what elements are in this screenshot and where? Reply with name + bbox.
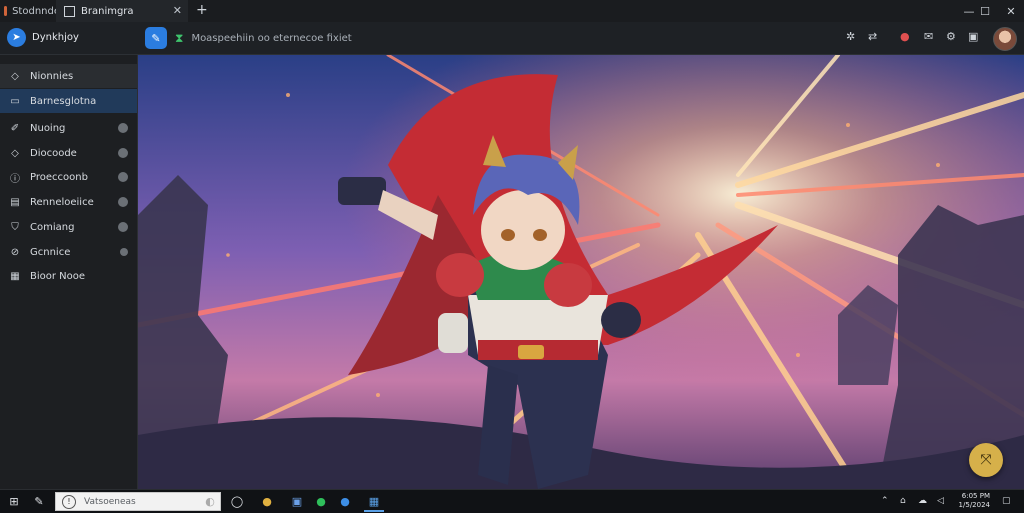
close-window-button[interactable]: ✕ [994,0,1024,22]
status-dot [120,248,128,256]
tray-chevron-up-icon[interactable]: ⌃ [881,496,889,506]
info-icon: ! [62,494,76,509]
sidebar-item-barnesglotna[interactable]: ▭ Barnesglotna [0,89,137,113]
bird-logo-icon: ➤ [7,28,26,47]
sidebar-item-renneloeiice[interactable]: ▤ Renneloeiice [0,190,137,214]
tab-label: Branimgra [81,5,134,17]
sidebar-item-label: Nionnies [30,70,74,82]
address-bar[interactable]: ✎ ⧗ Moaspeehiin oo eternecoe fixiet [145,27,352,49]
taskbar-search-input[interactable]: ! Vatsoeneas [55,492,221,511]
sync-icon[interactable]: ⇄ [868,30,877,43]
sidebar-item-label: Proeccoonb [30,171,88,183]
panel-icon[interactable]: ▣ [968,30,978,43]
document-icon: ▤ [10,196,20,208]
gear-icon[interactable]: ⚙ [946,30,956,43]
app-logo[interactable]: ➤ Dynkhjoy [7,28,79,47]
sidebar-item-label: Renneloeiice [30,196,94,208]
tag-icon: ◇ [11,147,19,159]
app-name: Dynkhjoy [32,32,79,43]
sidebar: ◇ Nionnies ▭ Barnesglotna ✐ Nuoing ◇ Dio… [0,55,138,489]
pin-icon: ✐ [10,122,20,134]
share-icon[interactable]: ✲ [846,30,855,43]
pen-icon[interactable]: ✎ [145,27,167,49]
tab-branimgra[interactable]: Branimgra ✕ [56,0,188,22]
chat-icon: ▭ [10,95,20,107]
swap-icon: ⤧ [980,452,992,468]
network-icon[interactable]: ⌂ [900,496,906,506]
sidebar-item-proeccoonb[interactable]: ⓘ Proeccoonb [0,165,137,189]
sidebar-item-label: Comiang [30,221,75,233]
title-bar: Stodnnde Branimgra ✕ + — ☐ ✕ [0,0,1024,23]
status-dot [118,148,128,158]
sidebar-item-label: Barnesglotna [30,95,97,107]
status-dot [118,222,128,232]
cloud-icon[interactable]: ☁ [918,496,927,506]
tab-stodnnde[interactable]: Stodnnde [0,0,60,22]
clock-time: 6:05 PM [961,492,990,500]
status-dot [118,197,128,207]
app-header: ➤ Dynkhjoy ✎ ⧗ Moaspeehiin oo eternecoe … [0,22,1024,55]
pen-icon[interactable]: ✎ [30,493,48,510]
sidebar-item-nuoing[interactable]: ✐ Nuoing [0,116,137,140]
sidebar-item-comiang[interactable]: ⛉ Comiang [0,215,137,239]
avatar[interactable] [993,27,1017,51]
sidebar-item-label: Bioor Nooe [30,270,86,282]
artwork-canvas [138,55,1024,489]
sidebar-item-gcnnice[interactable]: ⊘ Gcnnice [0,240,137,264]
sidebar-item-label: Nuoing [30,122,66,134]
close-tab-icon[interactable]: ✕ [173,4,182,17]
status-dot [118,172,128,182]
notification-center-icon[interactable]: ▢ [1002,496,1011,506]
sidebar-item-diocoode[interactable]: ◇ Diocoode [0,141,137,165]
edge-browser-icon[interactable]: ● [336,493,354,510]
sidebar-item-nionnies[interactable]: ◇ Nionnies [0,64,137,88]
sidebar-item-label: Gcnnice [30,246,71,258]
notification-icon[interactable]: ● [900,30,910,43]
taskbar: ⊞ ✎ ! Vatsoeneas ◐ ◯ ● ▣ ● ● ▦ ⌃ ⌂ ☁ ◁ 6… [0,489,1024,513]
app-favicon-icon [4,6,8,16]
system-clock[interactable]: 6:05 PM 1/5/2024 [956,492,990,510]
tab-page-icon [64,5,75,17]
tag-icon: ◇ [11,70,19,82]
microphone-icon[interactable]: ◐ [203,493,217,510]
store-icon[interactable]: ▣ [288,493,306,510]
new-tab-button[interactable]: + [196,2,208,18]
active-app-icon[interactable]: ▦ [364,493,384,512]
task-view-icon[interactable]: ◯ [228,493,246,510]
info-icon: ⓘ [10,173,20,185]
clock-date: 1/5/2024 [958,501,990,509]
mail-icon[interactable]: ✉ [924,30,933,43]
sidebar-item-bioor-nooe[interactable]: ▦ Bioor Nooe [0,264,137,288]
windows-start-icon[interactable]: ⊞ [6,493,22,510]
tab-label: Stodnnde [12,5,60,17]
status-dot [118,123,128,133]
address-text: Moaspeehiin oo eternecoe fixiet [191,32,352,44]
file-explorer-icon[interactable]: ● [258,493,276,510]
anime-hero-illustration [138,55,1024,489]
search-placeholder: Vatsoeneas [84,496,136,507]
volume-icon[interactable]: ◁ [937,496,944,506]
hourglass-icon: ⧗ [175,30,184,45]
shield-icon: ⛉ [11,221,19,233]
grid-icon: ▦ [10,270,20,282]
link-icon: ⊘ [10,246,20,258]
spotify-icon[interactable]: ● [312,493,330,510]
sidebar-item-label: Diocoode [30,147,77,159]
swap-action-button[interactable]: ⤧ [969,443,1003,477]
